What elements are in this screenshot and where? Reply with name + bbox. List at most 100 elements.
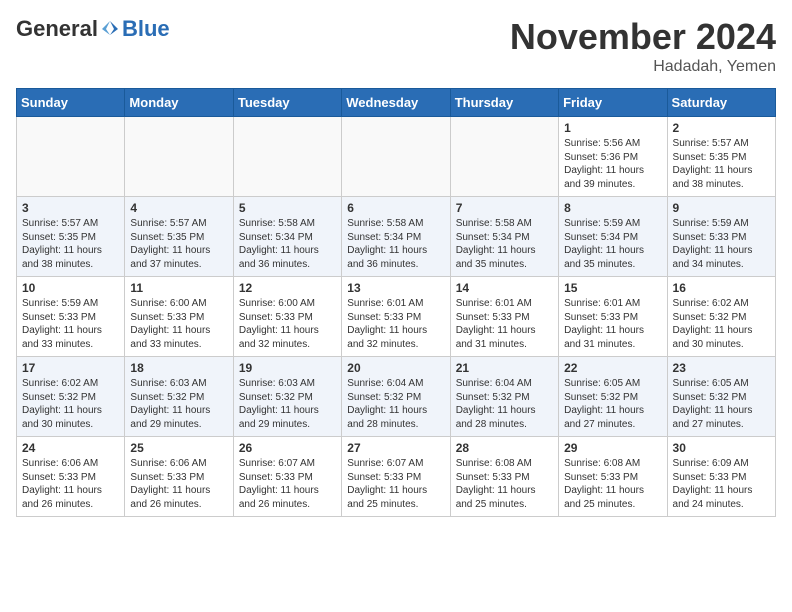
calendar-week-row: 24 Sunrise: 6:06 AMSunset: 5:33 PMDayligh… [17, 437, 776, 517]
day-info: Sunrise: 5:58 AMSunset: 5:34 PMDaylight:… [456, 217, 553, 271]
day-number: 4 [130, 201, 227, 215]
day-number: 17 [22, 361, 119, 375]
calendar-cell: 23 Sunrise: 6:05 AMSunset: 5:32 PMDayligh… [667, 357, 775, 437]
calendar-cell: 18Sunrise: 6:03 AMSunset: 5:32 PMDayligh… [125, 357, 233, 437]
day-info: Sunrise: 6:08 AMSunset: 5:33 PMDaylight:… [564, 457, 661, 511]
calendar-cell: 5 Sunrise: 5:58 AMSunset: 5:34 PMDaylight… [233, 197, 341, 277]
day-number: 29 [564, 441, 661, 455]
day-info: Sunrise: 6:00 AMSunset: 5:33 PMDaylight:… [130, 297, 227, 351]
calendar-week-row: 1 Sunrise: 5:56 AMSunset: 5:36 PMDaylight… [17, 117, 776, 197]
day-number: 25 [130, 441, 227, 455]
day-info: Sunrise: 6:03 AMSunset: 5:32 PMDaylight:… [130, 377, 227, 431]
day-number: 15 [564, 281, 661, 295]
calendar-cell: 25 Sunrise: 6:06 AMSunset: 5:33 PMDayligh… [125, 437, 233, 517]
day-number: 13 [347, 281, 444, 295]
day-info: Sunrise: 5:57 AMSunset: 5:35 PMDaylight:… [673, 137, 770, 191]
day-number: 11 [130, 281, 227, 295]
page-header: General Blue November 2024 Hadadah, Yeme… [16, 16, 776, 76]
calendar-cell: 28Sunrise: 6:08 AMSunset: 5:33 PMDayligh… [450, 437, 558, 517]
calendar-cell: 27Sunrise: 6:07 AMSunset: 5:33 PMDayligh… [342, 437, 450, 517]
day-number: 12 [239, 281, 336, 295]
calendar-cell [342, 117, 450, 197]
day-info: Sunrise: 5:57 AMSunset: 5:35 PMDaylight:… [22, 217, 119, 271]
day-info: Sunrise: 6:02 AMSunset: 5:32 PMDaylight:… [673, 297, 770, 351]
weekday-header-friday: Friday [559, 89, 667, 117]
weekday-header-monday: Monday [125, 89, 233, 117]
calendar-cell: 12 Sunrise: 6:00 AMSunset: 5:33 PMDayligh… [233, 277, 341, 357]
calendar-cell: 8 Sunrise: 5:59 AMSunset: 5:34 PMDaylight… [559, 197, 667, 277]
logo-blue-text: Blue [122, 16, 170, 42]
calendar-cell: 9Sunrise: 5:59 AMSunset: 5:33 PMDaylight… [667, 197, 775, 277]
day-info: Sunrise: 5:59 AMSunset: 5:34 PMDaylight:… [564, 217, 661, 271]
calendar-cell: 17 Sunrise: 6:02 AMSunset: 5:32 PMDayligh… [17, 357, 125, 437]
calendar-cell: 24 Sunrise: 6:06 AMSunset: 5:33 PMDayligh… [17, 437, 125, 517]
calendar-cell: 10 Sunrise: 5:59 AMSunset: 5:33 PMDayligh… [17, 277, 125, 357]
day-number: 22 [564, 361, 661, 375]
day-number: 27 [347, 441, 444, 455]
day-info: Sunrise: 6:01 AMSunset: 5:33 PMDaylight:… [564, 297, 661, 351]
calendar-cell: 1 Sunrise: 5:56 AMSunset: 5:36 PMDaylight… [559, 117, 667, 197]
calendar-cell [233, 117, 341, 197]
day-info: Sunrise: 5:58 AMSunset: 5:34 PMDaylight:… [239, 217, 336, 271]
calendar-cell: 29 Sunrise: 6:08 AMSunset: 5:33 PMDayligh… [559, 437, 667, 517]
day-number: 23 [673, 361, 770, 375]
day-number: 1 [564, 121, 661, 135]
day-number: 6 [347, 201, 444, 215]
calendar-cell: 19 Sunrise: 6:03 AMSunset: 5:32 PMDayligh… [233, 357, 341, 437]
day-number: 26 [239, 441, 336, 455]
day-info: Sunrise: 6:04 AMSunset: 5:32 PMDaylight:… [456, 377, 553, 431]
calendar-cell: 14Sunrise: 6:01 AMSunset: 5:33 PMDayligh… [450, 277, 558, 357]
weekday-header-thursday: Thursday [450, 89, 558, 117]
month-title: November 2024 [510, 16, 776, 58]
day-number: 16 [673, 281, 770, 295]
calendar-cell [450, 117, 558, 197]
day-info: Sunrise: 6:07 AMSunset: 5:33 PMDaylight:… [239, 457, 336, 511]
calendar-table: SundayMondayTuesdayWednesdayThursdayFrid… [16, 88, 776, 517]
day-number: 21 [456, 361, 553, 375]
logo-general-text: General [16, 16, 98, 42]
day-info: Sunrise: 6:00 AMSunset: 5:33 PMDaylight:… [239, 297, 336, 351]
day-info: Sunrise: 6:03 AMSunset: 5:32 PMDaylight:… [239, 377, 336, 431]
calendar-cell: 21 Sunrise: 6:04 AMSunset: 5:32 PMDayligh… [450, 357, 558, 437]
day-info: Sunrise: 6:05 AMSunset: 5:32 PMDaylight:… [673, 377, 770, 431]
calendar-cell: 3 Sunrise: 5:57 AMSunset: 5:35 PMDaylight… [17, 197, 125, 277]
day-number: 28 [456, 441, 553, 455]
calendar-week-row: 17 Sunrise: 6:02 AMSunset: 5:32 PMDayligh… [17, 357, 776, 437]
day-number: 3 [22, 201, 119, 215]
day-info: Sunrise: 5:59 AMSunset: 5:33 PMDaylight:… [673, 217, 770, 271]
day-number: 5 [239, 201, 336, 215]
calendar-cell: 7Sunrise: 5:58 AMSunset: 5:34 PMDaylight… [450, 197, 558, 277]
calendar-cell: 16 Sunrise: 6:02 AMSunset: 5:32 PMDayligh… [667, 277, 775, 357]
logo-icon [100, 19, 120, 39]
weekday-header-wednesday: Wednesday [342, 89, 450, 117]
weekday-header-tuesday: Tuesday [233, 89, 341, 117]
day-info: Sunrise: 6:06 AMSunset: 5:33 PMDaylight:… [22, 457, 119, 511]
day-info: Sunrise: 5:57 AMSunset: 5:35 PMDaylight:… [130, 217, 227, 271]
calendar-cell: 11 Sunrise: 6:00 AMSunset: 5:33 PMDayligh… [125, 277, 233, 357]
calendar-cell: 4 Sunrise: 5:57 AMSunset: 5:35 PMDaylight… [125, 197, 233, 277]
day-number: 20 [347, 361, 444, 375]
day-number: 8 [564, 201, 661, 215]
day-info: Sunrise: 6:06 AMSunset: 5:33 PMDaylight:… [130, 457, 227, 511]
location-text: Hadadah, Yemen [510, 58, 776, 76]
calendar-cell: 20 Sunrise: 6:04 AMSunset: 5:32 PMDayligh… [342, 357, 450, 437]
day-info: Sunrise: 5:59 AMSunset: 5:33 PMDaylight:… [22, 297, 119, 351]
day-number: 2 [673, 121, 770, 135]
calendar-cell [17, 117, 125, 197]
title-section: November 2024 Hadadah, Yemen [510, 16, 776, 76]
calendar-cell: 30Sunrise: 6:09 AMSunset: 5:33 PMDayligh… [667, 437, 775, 517]
day-info: Sunrise: 6:04 AMSunset: 5:32 PMDaylight:… [347, 377, 444, 431]
day-info: Sunrise: 5:56 AMSunset: 5:36 PMDaylight:… [564, 137, 661, 191]
day-number: 10 [22, 281, 119, 295]
day-info: Sunrise: 6:01 AMSunset: 5:33 PMDaylight:… [347, 297, 444, 351]
day-info: Sunrise: 5:58 AMSunset: 5:34 PMDaylight:… [347, 217, 444, 271]
day-info: Sunrise: 6:02 AMSunset: 5:32 PMDaylight:… [22, 377, 119, 431]
day-number: 19 [239, 361, 336, 375]
day-number: 24 [22, 441, 119, 455]
calendar-week-row: 3 Sunrise: 5:57 AMSunset: 5:35 PMDaylight… [17, 197, 776, 277]
weekday-header-sunday: Sunday [17, 89, 125, 117]
day-number: 14 [456, 281, 553, 295]
day-number: 30 [673, 441, 770, 455]
calendar-week-row: 10 Sunrise: 5:59 AMSunset: 5:33 PMDayligh… [17, 277, 776, 357]
calendar-cell [125, 117, 233, 197]
